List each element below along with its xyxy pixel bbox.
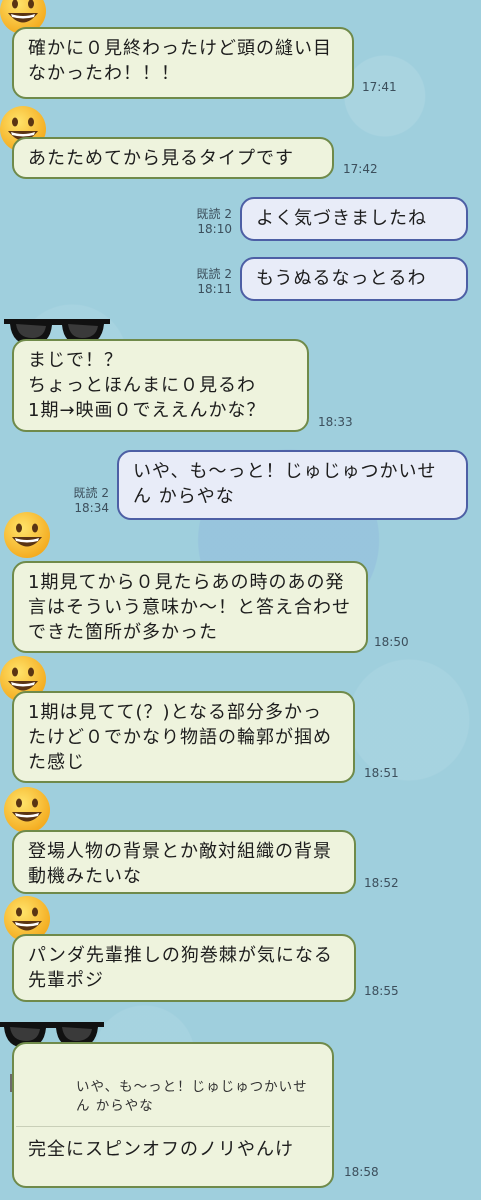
message-bubble[interactable]: 1期見てから０見たらあの時のあの発言はそういう意味か〜！と答え合わせできた箇所が… xyxy=(12,561,368,653)
grinning-face-icon[interactable] xyxy=(2,785,52,835)
message-time: 18:34 xyxy=(74,501,109,515)
message-text: 完全にスピンオフのノリやんけ xyxy=(28,1139,294,1160)
message-line: まじで！？ xyxy=(28,350,123,371)
message-bubble[interactable]: よく気づきましたね xyxy=(240,197,468,241)
message-meta: 既読 2 18:10 xyxy=(180,207,232,237)
grinning-face-icon[interactable] xyxy=(2,510,52,560)
message-text: 1期は見てて(？)となる部分多かったけど０でかなり物語の輪郭が掴めた感じ xyxy=(28,702,332,773)
read-receipt: 既読 2 xyxy=(196,267,232,281)
message-bubble[interactable]: まじで！？ ちょっとほんまに０見るわ 1期→映画０でええんかな？ xyxy=(12,339,309,432)
message-time: 18:33 xyxy=(318,415,353,429)
message-text: 登場人物の背景とか敵対組織の背景動機みたいな xyxy=(28,841,332,887)
message-bubble[interactable]: パンダ先輩推しの狗巻棘が気になる先輩ポジ xyxy=(12,934,356,1002)
message-bubble[interactable]: もうぬるなっとるわ xyxy=(240,257,468,301)
message-bubble[interactable]: あたためてから見るタイプです xyxy=(12,137,334,179)
message-text: 1期見てから０見たらあの時のあの発言はそういう意味か〜！と答え合わせできた箇所が… xyxy=(28,572,351,643)
message-bubble[interactable]: 登場人物の背景とか敵対組織の背景動機みたいな xyxy=(12,830,356,894)
message-time: 18:50 xyxy=(374,635,409,649)
read-receipt: 既読 2 xyxy=(73,486,109,500)
message-time: 18:55 xyxy=(364,984,399,998)
reply-bubble[interactable]: いや、も〜っと！じゅじゅつかいせん からやな 完全にスピンオフのノリやんけ xyxy=(12,1042,334,1188)
message-time: 18:11 xyxy=(197,282,232,296)
message-time: 18:58 xyxy=(344,1165,379,1179)
message-meta: 既読 2 18:11 xyxy=(180,267,232,297)
message-meta: 既読 2 18:34 xyxy=(57,486,109,516)
message-line: 1期→映画０でええんかな？ xyxy=(28,400,266,421)
message-time: 18:51 xyxy=(364,766,399,780)
message-time: 18:52 xyxy=(364,876,399,890)
message-text: あたためてから見るタイプです xyxy=(28,148,294,169)
message-text: いや、も〜っと！じゅじゅつかいせん からやな xyxy=(133,461,437,507)
message-line: ちょっとほんまに０見るわ xyxy=(28,375,256,396)
message-time: 17:42 xyxy=(343,162,378,176)
message-time: 18:10 xyxy=(197,222,232,236)
quote-divider xyxy=(16,1126,330,1127)
message-text: パンダ先輩推しの狗巻棘が気になる先輩ポジ xyxy=(28,945,333,991)
quoted-message[interactable]: いや、も〜っと！じゅじゅつかいせん からやな xyxy=(28,1078,318,1116)
message-text: 確かに０見終わったけど頭の縫い目なかったわ！！！ xyxy=(28,38,332,84)
message-time: 17:41 xyxy=(362,80,397,94)
message-text: もうぬるなっとるわ xyxy=(256,268,427,289)
message-bubble[interactable]: いや、も〜っと！じゅじゅつかいせん からやな xyxy=(117,450,468,520)
message-bubble[interactable]: 1期は見てて(？)となる部分多かったけど０でかなり物語の輪郭が掴めた感じ xyxy=(12,691,355,783)
read-receipt: 既読 2 xyxy=(196,207,232,221)
message-text: よく気づきましたね xyxy=(256,208,427,229)
message-bubble[interactable]: 確かに０見終わったけど頭の縫い目なかったわ！！！ xyxy=(12,27,354,99)
